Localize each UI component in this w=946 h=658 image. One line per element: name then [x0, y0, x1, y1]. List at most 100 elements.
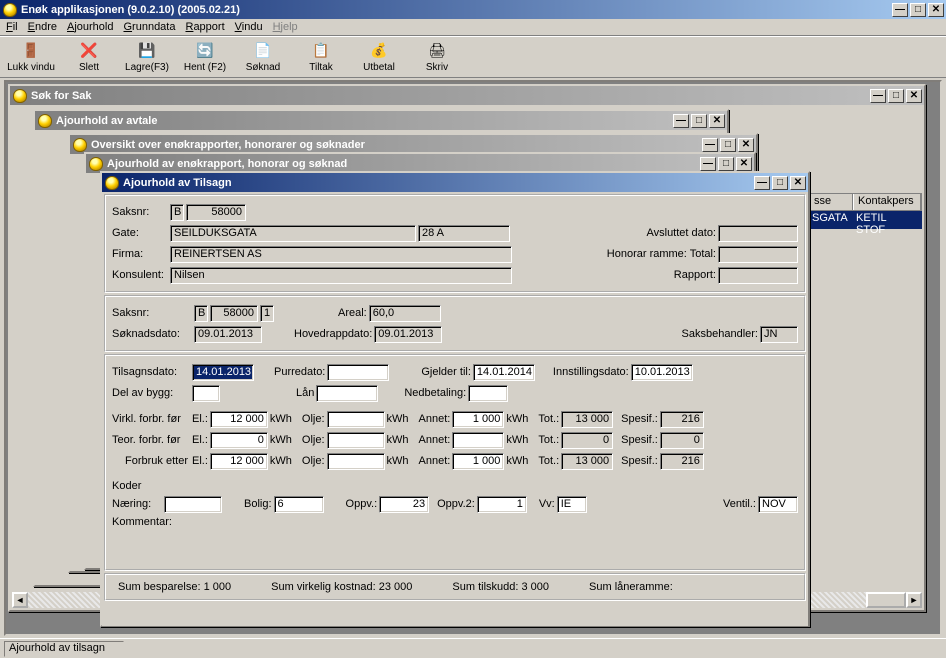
tool-utbetal[interactable]: 💰Utbetal [354, 40, 404, 73]
naering-field[interactable] [164, 496, 222, 513]
scroll-thumb[interactable] [866, 592, 906, 608]
minimize-button[interactable]: — [702, 138, 718, 152]
lbl-rapport: Rapport: [674, 269, 716, 281]
close-button[interactable]: ✕ [928, 3, 944, 17]
minimize-button[interactable]: — [673, 114, 689, 128]
delete-icon: ❌ [79, 40, 99, 60]
minimize-button[interactable]: — [700, 157, 716, 171]
tool-lukk[interactable]: 🚪Lukk vindu [6, 40, 56, 73]
maximize-button[interactable]: □ [720, 138, 736, 152]
tool-hent[interactable]: 🔄Hent (F2) [180, 40, 230, 73]
col-kontakt[interactable]: Kontakpers [853, 194, 921, 210]
table-row[interactable]: SGATA KETIL STOF [808, 211, 922, 229]
window-tilsagn[interactable]: Ajourhold av Tilsagn —□✕ Saksnr: B 58000… [100, 171, 810, 627]
gjelder-field[interactable]: 14.01.2014 [473, 364, 535, 381]
r2-tot: 0 [561, 432, 613, 449]
saksnr-b[interactable]: B [170, 204, 184, 221]
close-button[interactable]: ✕ [906, 89, 922, 103]
tool-skriv[interactable]: 🖨Skriv [412, 40, 462, 73]
lan-field[interactable] [316, 385, 378, 402]
cell-gata: SGATA [808, 211, 852, 229]
menu-grunndata[interactable]: Grunndata [123, 21, 175, 33]
bulb-icon [13, 89, 27, 103]
avtale-titlebar: Ajourhold av avtale —□✕ [35, 111, 727, 130]
tool-soknad[interactable]: 📄Søknad [238, 40, 288, 73]
menu-hjelp[interactable]: Hjelp [273, 21, 298, 33]
r2-olje[interactable] [327, 432, 385, 449]
mid-n[interactable]: 58000 [210, 305, 258, 322]
menu-ajourhold[interactable]: Ajourhold [67, 21, 113, 33]
r1-el[interactable]: 12 000 [210, 411, 268, 428]
r3-annet[interactable]: 1 000 [452, 453, 504, 470]
del-field[interactable] [192, 385, 220, 402]
minimize-button[interactable]: — [892, 3, 908, 17]
gate-no-field[interactable]: 28 A [418, 225, 510, 242]
maximize-button[interactable]: □ [691, 114, 707, 128]
tool-tiltak[interactable]: 📋Tiltak [296, 40, 346, 73]
honorar-total-field[interactable] [718, 246, 798, 263]
col-sse[interactable]: sse [809, 194, 853, 210]
saksbeh-field[interactable]: JN [760, 326, 798, 343]
firma-field[interactable]: REINERTSEN AS [170, 246, 512, 263]
maximize-button[interactable]: □ [888, 89, 904, 103]
mid-seq[interactable]: 1 [260, 305, 274, 322]
gate-field[interactable]: SEILDUKSGATA [170, 225, 416, 242]
hovedrapp-field[interactable]: 09.01.2013 [374, 326, 442, 343]
r2-el[interactable]: 0 [210, 432, 268, 449]
bolig-field[interactable]: 6 [274, 496, 324, 513]
rapport-field[interactable] [718, 267, 798, 284]
status-bar: Ajourhold av tilsagn [0, 638, 946, 658]
r3-olje[interactable] [327, 453, 385, 470]
maximize-button[interactable]: □ [772, 176, 788, 190]
panel-mid: Saksnr: B 58000 1 Areal: 60,0 Søknadsdat… [104, 295, 806, 352]
nedbet-field[interactable] [468, 385, 508, 402]
ventil-field[interactable]: NOV [758, 496, 798, 513]
app-titlebar: Enøk applikasjonen (9.0.2.10) (2005.02.2… [0, 0, 946, 19]
oppv-field[interactable]: 23 [379, 496, 429, 513]
sum-bar: Sum besparelse: 1 000 Sum virkelig kostn… [104, 573, 806, 601]
purredato-field[interactable] [327, 364, 389, 381]
maximize-button[interactable]: □ [718, 157, 734, 171]
innstilling-field[interactable]: 10.01.2013 [631, 364, 693, 381]
tilsagnsdato-field[interactable]: 14.01.2013 [192, 364, 254, 381]
save-icon: 💾 [137, 40, 157, 60]
oppv2-field[interactable]: 1 [477, 496, 527, 513]
close-button[interactable]: ✕ [790, 176, 806, 190]
maximize-button[interactable]: □ [910, 3, 926, 17]
lbl-honorar: Honorar ramme: Total: [607, 248, 716, 260]
lbl-konsulent: Konsulent: [112, 269, 168, 281]
print-icon: 🖨 [427, 40, 447, 60]
close-button[interactable]: ✕ [738, 138, 754, 152]
close-button[interactable]: ✕ [736, 157, 752, 171]
tool-lagre[interactable]: 💾Lagre(F3) [122, 40, 172, 73]
scroll-left[interactable]: ◄ [12, 592, 28, 608]
konsulent-field[interactable]: Nilsen [170, 267, 512, 284]
tool-slett[interactable]: ❌Slett [64, 40, 114, 73]
areal-field[interactable]: 60,0 [369, 305, 441, 322]
minimize-button[interactable]: — [870, 89, 886, 103]
status-text: Ajourhold av tilsagn [4, 641, 124, 657]
r3-spesif: 216 [660, 453, 704, 470]
r1-annet[interactable]: 1 000 [452, 411, 504, 428]
scroll-right[interactable]: ► [906, 592, 922, 608]
bulb-icon [38, 114, 52, 128]
avsluttet-field[interactable] [718, 225, 798, 242]
close-button[interactable]: ✕ [709, 114, 725, 128]
mid-b[interactable]: B [194, 305, 208, 322]
lbl-purredato: Purredato: [274, 366, 325, 378]
cell-person: KETIL STOF [852, 211, 920, 229]
r3-el[interactable]: 12 000 [210, 453, 268, 470]
minimize-button[interactable]: — [754, 176, 770, 190]
soknad-field[interactable]: 09.01.2013 [194, 326, 262, 343]
vv-field[interactable]: IE [557, 496, 587, 513]
r2-annet[interactable] [452, 432, 504, 449]
menu-endre[interactable]: Endre [28, 21, 57, 33]
menu-fil[interactable]: Fil [6, 21, 18, 33]
document-icon: 📄 [253, 40, 273, 60]
saksnr-n[interactable]: 58000 [186, 204, 246, 221]
lbl-areal: Areal: [338, 307, 367, 319]
menu-vindu[interactable]: Vindu [235, 21, 263, 33]
lbl-avsluttet: Avsluttet dato: [646, 227, 716, 239]
r1-olje[interactable] [327, 411, 385, 428]
menu-rapport[interactable]: Rapport [185, 21, 224, 33]
